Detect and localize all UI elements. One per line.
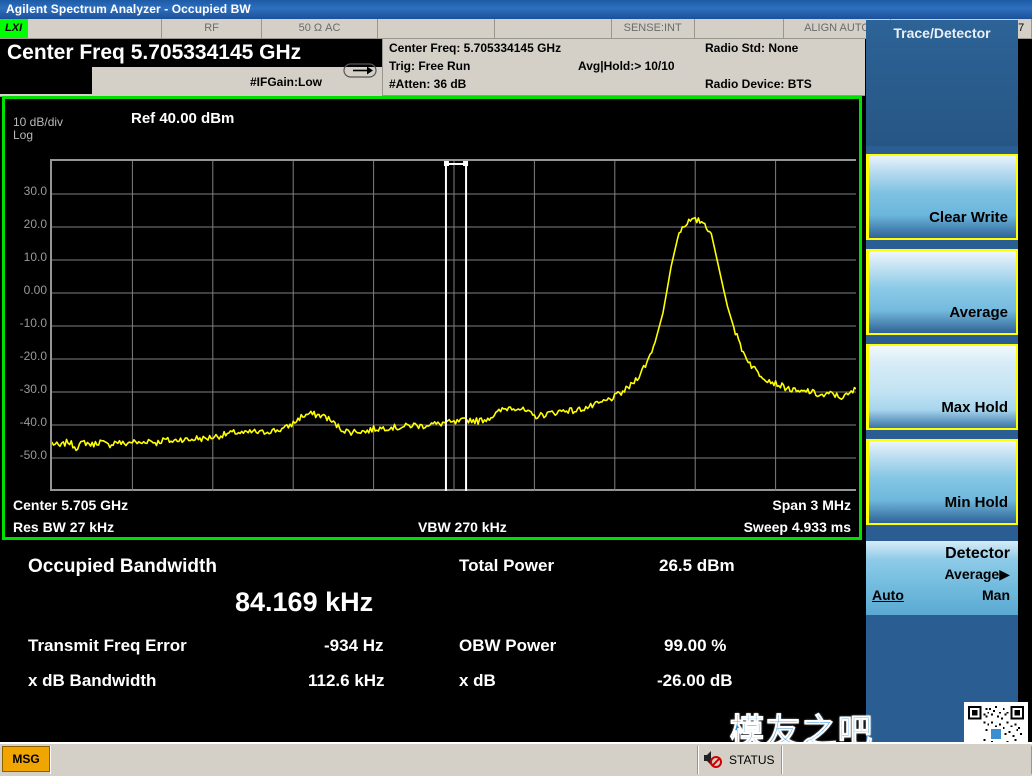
transmit-freq-error-label: Transmit Freq Error [28, 636, 187, 655]
graph-vbw-label: VBW 270 kHz [418, 519, 507, 535]
softkey-detector-man[interactable]: Man [982, 587, 1010, 603]
occupied-bandwidth-value: 84.169 kHz [235, 587, 374, 617]
spectrum-graph[interactable]: 10 dB/div Log Ref 40.00 dBm 30.0 20.0 10.0… [2, 96, 862, 540]
graph-center-label: Center 5.705 GHz [13, 497, 129, 513]
softkey-average-label: Average [949, 304, 1008, 321]
softkey-max-hold-label: Max Hold [941, 399, 1008, 416]
lxi-badge: LXI [0, 19, 29, 38]
y-axis-tick-2: 10.0 [23, 250, 47, 264]
status-cell-3 [378, 19, 496, 39]
occupied-bandwidth-label: Occupied Bandwidth [28, 556, 217, 577]
status-indicator[interactable]: STATUS [698, 746, 782, 774]
status-cell-4 [495, 19, 612, 39]
status-cell-6 [695, 19, 784, 39]
if-gain-label: #IFGain:Low [250, 75, 322, 89]
softkey-clear-write[interactable]: Clear Write [866, 154, 1018, 240]
bottom-status-bar: MSG STATUS [0, 742, 1032, 776]
header-trigger: Trig: Free Run [389, 59, 471, 73]
x-db-value: -26.00 dB [657, 671, 733, 690]
y-axis-tick-3: 0.00 [23, 283, 47, 297]
softkey-detector[interactable]: Detector Average▶ Auto Man [866, 541, 1018, 615]
scale-type-label: Log [13, 128, 34, 142]
graph-span-label: Span 3 MHz [772, 497, 851, 513]
trace-svg [52, 161, 856, 491]
softkey-panel: Trace/Detector Clear Write Average Max H… [866, 20, 1018, 748]
total-power-label: Total Power [459, 556, 555, 575]
y-axis-tick-1: 20.0 [23, 217, 47, 231]
graph-resbw-label: Res BW 27 kHz [13, 519, 115, 535]
status-label: STATUS [729, 753, 775, 767]
softkey-detector-auto[interactable]: Auto [872, 587, 904, 603]
x-db-bandwidth-label: x dB Bandwidth [28, 671, 157, 690]
y-axis-tick-8: -50.0 [19, 448, 47, 462]
softkey-min-hold-label: Min Hold [944, 494, 1008, 511]
x-db-label: x dB [459, 671, 496, 690]
results-panel: Occupied Bandwidth 84.169 kHz Total Powe… [2, 543, 862, 708]
softkey-max-hold[interactable]: Max Hold [866, 344, 1018, 430]
y-axis-tick-5: -20.0 [19, 349, 47, 363]
header-attenuation: #Atten: 36 dB [389, 77, 467, 91]
header-radio-std: Radio Std: None [705, 41, 799, 55]
bottom-spare-cell [782, 746, 1032, 774]
softkey-clear-write-label: Clear Write [929, 209, 1008, 226]
center-freq-banner: Center Freq 5.705334145 GHz [0, 39, 382, 67]
status-cell-2: 50 Ω AC [262, 19, 379, 39]
softkey-min-hold[interactable]: Min Hold [866, 439, 1018, 525]
plot-area[interactable] [50, 159, 856, 491]
header-black-box [0, 67, 92, 94]
measurement-header: Center Freq: 5.705334145 GHz Trig: Free … [382, 39, 865, 96]
header-radio-device: Radio Device: BTS [705, 77, 812, 91]
y-axis-tick-0: 30.0 [23, 184, 47, 198]
triangle-right-icon: ▶ [999, 566, 1010, 582]
graph-sweep-label: Sweep 4.933 ms [743, 519, 851, 535]
status-cell-5: SENSE:INT [612, 19, 695, 39]
obw-power-value: 99.00 % [664, 636, 727, 655]
msg-badge[interactable]: MSG [2, 746, 50, 772]
status-cell-1: RF [162, 19, 262, 39]
header-center-freq: Center Freq: 5.705334145 GHz [389, 41, 562, 55]
status-cell-0 [28, 19, 163, 39]
header-avg-hold: Avg|Hold:> 10/10 [578, 59, 675, 73]
x-db-bandwidth-value: 112.6 kHz [308, 671, 385, 690]
y-axis-tick-7: -40.0 [19, 415, 47, 429]
window-title-bar: Agilent Spectrum Analyzer - Occupied BW [0, 0, 1032, 19]
total-power-value: 26.5 dBm [659, 556, 735, 575]
obw-power-label: OBW Power [459, 636, 557, 655]
window-title: Agilent Spectrum Analyzer - Occupied BW [6, 2, 251, 16]
arrow-right-icon [343, 63, 377, 78]
softkey-detector-label: Detector [945, 545, 1010, 562]
y-axis-tick-6: -30.0 [19, 382, 47, 396]
speaker-muted-icon [701, 748, 723, 773]
ref-level-label: Ref 40.00 dBm [131, 110, 235, 127]
softkey-detector-value: Average▶ [944, 566, 1010, 583]
transmit-freq-error-value: -934 Hz [324, 636, 384, 655]
softkey-menu-title: Trace/Detector [866, 20, 1018, 146]
message-area [50, 746, 698, 774]
softkey-average[interactable]: Average [866, 249, 1018, 335]
detector-value-text: Average [944, 566, 1000, 582]
y-axis-tick-4: -10.0 [19, 316, 47, 330]
db-per-div-label: 10 dB/div [13, 115, 64, 129]
spectrum-analyzer-screen: Agilent Spectrum Analyzer - Occupied BW … [0, 0, 1032, 776]
